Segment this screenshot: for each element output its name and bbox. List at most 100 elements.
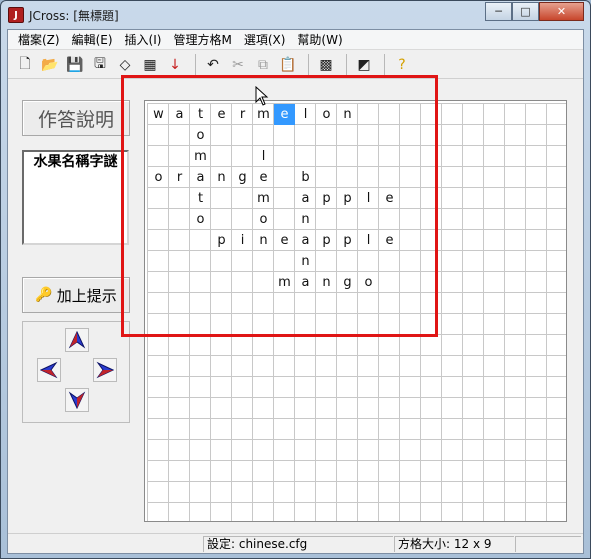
app-window: J JCross: [無標題] ─ □ ✕ 檔案(Z) 編輯(E) 插入(I) 管理方…: [0, 0, 591, 559]
grid-cell[interactable]: a: [295, 188, 316, 209]
grid-cell[interactable]: o: [148, 167, 169, 188]
grid-cell[interactable]: a: [295, 230, 316, 251]
open-folder-icon[interactable]: 📂: [39, 54, 61, 76]
grid-cell[interactable]: m: [190, 146, 211, 167]
grid-cell[interactable]: e: [379, 230, 400, 251]
close-button[interactable]: ✕: [539, 2, 584, 21]
undo-icon[interactable]: ↶: [202, 54, 224, 76]
window-title: JCross: [無標題]: [29, 9, 119, 23]
grid-cell[interactable]: a: [295, 272, 316, 293]
grid-cell[interactable]: n: [337, 104, 358, 125]
grid-cell[interactable]: l: [358, 230, 379, 251]
grid-cell[interactable]: t: [190, 104, 211, 125]
crossword-grid-area[interactable]: watermelonomlorangebtmappleoonpineapplen…: [144, 100, 567, 522]
grid-cell[interactable]: a: [190, 167, 211, 188]
grid-cell[interactable]: p: [316, 230, 337, 251]
grid-cell[interactable]: o: [316, 104, 337, 125]
arrow-down-button[interactable]: [65, 388, 89, 412]
grid-cell[interactable]: b: [295, 167, 316, 188]
grid-settings-icon[interactable]: ▦: [139, 54, 161, 76]
grid-cell[interactable]: p: [211, 230, 232, 251]
grid-cell[interactable]: e: [211, 104, 232, 125]
mouse-pointer-icon: [255, 86, 269, 106]
client-area: 檔案(Z) 編輯(E) 插入(I) 管理方格M 選項(X) 幫助(W) 🗋 📂 💾 🖫 ◇ ▦ ↓ ↶ ✂…: [7, 29, 584, 554]
grid-cell[interactable]: l: [253, 146, 274, 167]
toolbar-separator: [346, 53, 347, 76]
grid-cell[interactable]: a: [169, 104, 190, 125]
menu-item[interactable]: 檔案(Z): [12, 31, 66, 48]
grid-cell[interactable]: g: [232, 167, 253, 188]
grid-cell[interactable]: t: [190, 188, 211, 209]
menu-item[interactable]: 幫助(W): [291, 31, 348, 48]
help-icon[interactable]: ?: [391, 54, 413, 76]
eraser-icon[interactable]: ◇: [114, 54, 136, 76]
grid-cell[interactable]: e: [379, 188, 400, 209]
arrow-up-button[interactable]: [65, 328, 89, 352]
arrow-up-icon: [68, 331, 86, 349]
grid-cell[interactable]: m: [274, 272, 295, 293]
toolbar-separator: [195, 53, 196, 76]
arrow-down-icon: [68, 391, 86, 409]
arrow-left-icon: [40, 361, 58, 379]
answer-instructions-button[interactable]: 作答說明: [22, 100, 130, 136]
grid-cell[interactable]: i: [232, 230, 253, 251]
grid-cell[interactable]: n: [295, 209, 316, 230]
minimize-button[interactable]: ─: [485, 2, 512, 21]
grid-cell-selected[interactable]: e: [274, 104, 295, 125]
grid-cell[interactable]: o: [190, 125, 211, 146]
add-hint-button[interactable]: 🔑 加上提示: [22, 277, 130, 313]
grid-cell[interactable]: o: [253, 209, 274, 230]
grid-cell[interactable]: p: [337, 188, 358, 209]
maximize-button[interactable]: □: [512, 2, 539, 21]
grid-cell[interactable]: m: [253, 188, 274, 209]
grid-cell[interactable]: r: [232, 104, 253, 125]
grid-cell[interactable]: n: [253, 230, 274, 251]
grid-cell[interactable]: o: [190, 209, 211, 230]
title-bar[interactable]: J JCross: [無標題] ─ □ ✕: [1, 1, 590, 29]
grid-cell[interactable]: r: [169, 167, 190, 188]
build-grid-icon[interactable]: ▩: [315, 54, 337, 76]
arrow-left-button[interactable]: [37, 358, 61, 382]
save-as-icon[interactable]: 🖫: [89, 54, 111, 76]
grid-cell[interactable]: l: [358, 188, 379, 209]
menu-item[interactable]: 選項(X): [238, 31, 292, 48]
add-hint-label: 加上提示: [56, 286, 117, 305]
paste-icon[interactable]: 📋: [277, 54, 299, 76]
clue-text-box[interactable]: 水果名稱字謎: [22, 150, 129, 245]
export-web-icon[interactable]: ◩: [353, 54, 375, 76]
copy-icon[interactable]: ⧉: [252, 54, 274, 76]
grid-cell[interactable]: p: [337, 230, 358, 251]
grid-cell[interactable]: n: [316, 272, 337, 293]
grid-cell[interactable]: m: [253, 104, 274, 125]
grid-cell[interactable]: w: [148, 104, 169, 125]
grid-cell[interactable]: n: [211, 167, 232, 188]
grid-cell[interactable]: e: [274, 230, 295, 251]
toolbar-separator: [308, 53, 309, 76]
new-file-icon[interactable]: 🗋: [14, 54, 36, 76]
menu-item[interactable]: 編輯(E): [66, 31, 119, 48]
grid-cell[interactable]: e: [253, 167, 274, 188]
status-empty: [515, 536, 581, 552]
direction-pad: [22, 321, 130, 423]
menu-item[interactable]: 管理方格M: [167, 31, 237, 48]
grid-cell[interactable]: l: [295, 104, 316, 125]
down-arrow-icon[interactable]: ↓: [164, 54, 186, 76]
status-bar: 設定: chinese.cfg 方格大小: 12 x 9: [8, 533, 583, 553]
status-config: 設定: chinese.cfg: [203, 536, 393, 552]
arrow-right-icon: [96, 361, 114, 379]
grid-cell[interactable]: g: [337, 272, 358, 293]
toolbar: 🗋 📂 💾 🖫 ◇ ▦ ↓ ↶ ✂ ⧉ 📋 ▩ ◩?: [8, 51, 583, 79]
grid-cell[interactable]: p: [316, 188, 337, 209]
grid-cell[interactable]: n: [295, 251, 316, 272]
toolbar-separator: [384, 53, 385, 76]
menu-item[interactable]: 插入(I): [119, 31, 168, 48]
grid-cell[interactable]: o: [358, 272, 379, 293]
clue-title: 水果名稱字謎: [33, 154, 118, 170]
crossword-grid[interactable]: watermelonomlorangebtmappleoonpineapplen…: [147, 103, 567, 521]
save-icon[interactable]: 💾: [64, 54, 86, 76]
cut-icon[interactable]: ✂: [227, 54, 249, 76]
menu-bar: 檔案(Z) 編輯(E) 插入(I) 管理方格M 選項(X) 幫助(W): [8, 30, 583, 50]
key-icon: 🔑: [35, 287, 53, 303]
arrow-right-button[interactable]: [93, 358, 117, 382]
app-icon[interactable]: J: [8, 7, 24, 23]
